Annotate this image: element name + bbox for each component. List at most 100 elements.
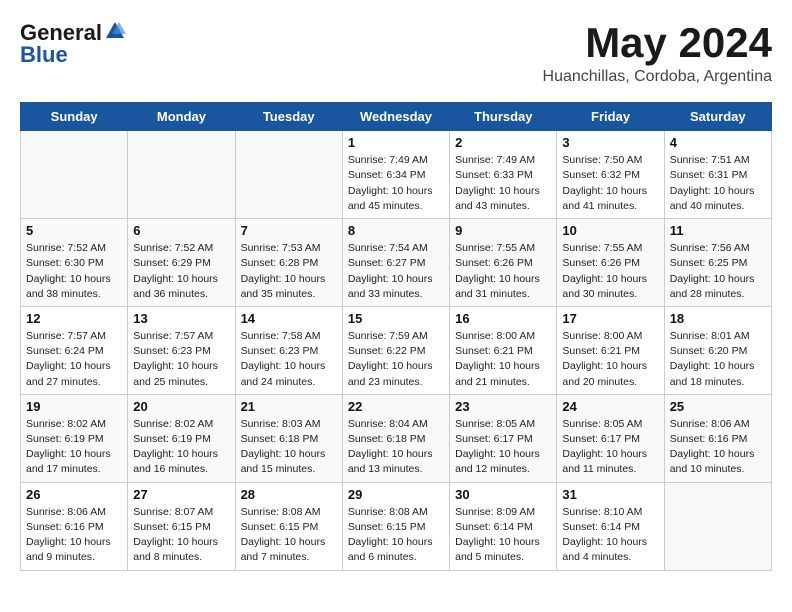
day-info: Sunrise: 8:06 AMSunset: 6:16 PMDaylight:… — [26, 505, 122, 566]
day-info: Sunrise: 7:51 AMSunset: 6:31 PMDaylight:… — [670, 153, 766, 214]
day-info: Sunrise: 8:06 AMSunset: 6:16 PMDaylight:… — [670, 417, 766, 478]
calendar-cell: 9Sunrise: 7:55 AMSunset: 6:26 PMDaylight… — [450, 219, 557, 307]
weekday-header: Wednesday — [342, 103, 449, 131]
page-header: General Blue May 2024 Huanchillas, Cordo… — [20, 20, 772, 86]
weekday-header: Saturday — [664, 103, 771, 131]
day-number: 28 — [241, 487, 337, 502]
logo-icon — [104, 20, 126, 42]
day-number: 23 — [455, 399, 551, 414]
calendar-cell: 19 Sunrise: 8:02 AMSunset: 6:19 PMDayligh… — [21, 394, 128, 482]
calendar-cell: 28 Sunrise: 8:08 AMSunset: 6:15 PMDayligh… — [235, 482, 342, 570]
day-info: Sunrise: 8:03 AMSunset: 6:18 PMDaylight:… — [241, 417, 337, 478]
day-info: Sunrise: 8:01 AMSunset: 6:20 PMDaylight:… — [670, 329, 766, 390]
title-area: May 2024 Huanchillas, Cordoba, Argentina — [543, 20, 772, 86]
calendar-week-row: 5 Sunrise: 7:52 AMSunset: 6:30 PMDaylight… — [21, 219, 772, 307]
calendar-cell: 25 Sunrise: 8:06 AMSunset: 6:16 PMDayligh… — [664, 394, 771, 482]
day-info: Sunrise: 8:02 AMSunset: 6:19 PMDaylight:… — [26, 417, 122, 478]
calendar-cell: 7 Sunrise: 7:53 AMSunset: 6:28 PMDaylight… — [235, 219, 342, 307]
calendar-header-row: SundayMondayTuesdayWednesdayThursdayFrid… — [21, 103, 772, 131]
calendar-cell: 10Sunrise: 7:55 AMSunset: 6:26 PMDayligh… — [557, 219, 664, 307]
day-info: Sunrise: 7:58 AMSunset: 6:23 PMDaylight:… — [241, 329, 337, 390]
day-info: Sunrise: 8:07 AMSunset: 6:15 PMDaylight:… — [133, 505, 229, 566]
calendar-cell: 17 Sunrise: 8:00 AMSunset: 6:21 PMDayligh… — [557, 306, 664, 394]
calendar-week-row: 26Sunrise: 8:06 AMSunset: 6:16 PMDayligh… — [21, 482, 772, 570]
day-info: Sunrise: 8:10 AMSunset: 6:14 PMDaylight:… — [562, 505, 658, 566]
day-info: Sunrise: 7:59 AMSunset: 6:22 PMDaylight:… — [348, 329, 444, 390]
day-number: 6 — [133, 223, 229, 238]
day-info: Sunrise: 8:02 AMSunset: 6:19 PMDaylight:… — [133, 417, 229, 478]
calendar-cell: 8 Sunrise: 7:54 AMSunset: 6:27 PMDaylight… — [342, 219, 449, 307]
day-number: 5 — [26, 223, 122, 238]
calendar-cell: 6 Sunrise: 7:52 AMSunset: 6:29 PMDaylight… — [128, 219, 235, 307]
calendar-cell: 21Sunrise: 8:03 AMSunset: 6:18 PMDayligh… — [235, 394, 342, 482]
logo: General Blue — [20, 20, 126, 68]
calendar-cell: 15 Sunrise: 7:59 AMSunset: 6:22 PMDayligh… — [342, 306, 449, 394]
day-info: Sunrise: 7:52 AMSunset: 6:30 PMDaylight:… — [26, 241, 122, 302]
day-info: Sunrise: 8:08 AMSunset: 6:15 PMDaylight:… — [241, 505, 337, 566]
day-number: 31 — [562, 487, 658, 502]
day-info: Sunrise: 7:55 AMSunset: 6:26 PMDaylight:… — [562, 241, 658, 302]
day-number: 14 — [241, 311, 337, 326]
day-number: 30 — [455, 487, 551, 502]
day-info: Sunrise: 8:00 AMSunset: 6:21 PMDaylight:… — [562, 329, 658, 390]
weekday-header: Thursday — [450, 103, 557, 131]
calendar-cell: 5 Sunrise: 7:52 AMSunset: 6:30 PMDaylight… — [21, 219, 128, 307]
day-number: 8 — [348, 223, 444, 238]
weekday-header: Sunday — [21, 103, 128, 131]
calendar-cell: 29 Sunrise: 8:08 AMSunset: 6:15 PMDayligh… — [342, 482, 449, 570]
day-info: Sunrise: 7:57 AMSunset: 6:23 PMDaylight:… — [133, 329, 229, 390]
calendar-cell: 20 Sunrise: 8:02 AMSunset: 6:19 PMDayligh… — [128, 394, 235, 482]
day-info: Sunrise: 8:08 AMSunset: 6:15 PMDaylight:… — [348, 505, 444, 566]
calendar-cell — [128, 131, 235, 219]
day-number: 27 — [133, 487, 229, 502]
calendar-cell — [235, 131, 342, 219]
day-info: Sunrise: 7:55 AMSunset: 6:26 PMDaylight:… — [455, 241, 551, 302]
day-number: 29 — [348, 487, 444, 502]
calendar-cell: 16 Sunrise: 8:00 AMSunset: 6:21 PMDayligh… — [450, 306, 557, 394]
month-title: May 2024 — [543, 20, 772, 66]
day-number: 24 — [562, 399, 658, 414]
day-number: 4 — [670, 135, 766, 150]
weekday-header: Monday — [128, 103, 235, 131]
calendar-week-row: 12 Sunrise: 7:57 AMSunset: 6:24 PMDayligh… — [21, 306, 772, 394]
calendar-cell: 12 Sunrise: 7:57 AMSunset: 6:24 PMDayligh… — [21, 306, 128, 394]
day-number: 12 — [26, 311, 122, 326]
day-number: 17 — [562, 311, 658, 326]
calendar-cell: 13 Sunrise: 7:57 AMSunset: 6:23 PMDayligh… — [128, 306, 235, 394]
weekday-header: Tuesday — [235, 103, 342, 131]
day-info: Sunrise: 7:57 AMSunset: 6:24 PMDaylight:… — [26, 329, 122, 390]
calendar-cell: 22Sunrise: 8:04 AMSunset: 6:18 PMDayligh… — [342, 394, 449, 482]
calendar-table: SundayMondayTuesdayWednesdayThursdayFrid… — [20, 102, 772, 570]
calendar-cell: 11 Sunrise: 7:56 AMSunset: 6:25 PMDayligh… — [664, 219, 771, 307]
day-number: 19 — [26, 399, 122, 414]
calendar-cell: 24 Sunrise: 8:05 AMSunset: 6:17 PMDayligh… — [557, 394, 664, 482]
day-number: 16 — [455, 311, 551, 326]
day-info: Sunrise: 7:50 AMSunset: 6:32 PMDaylight:… — [562, 153, 658, 214]
day-number: 15 — [348, 311, 444, 326]
day-number: 13 — [133, 311, 229, 326]
calendar-cell: 31 Sunrise: 8:10 AMSunset: 6:14 PMDayligh… — [557, 482, 664, 570]
day-info: Sunrise: 7:49 AMSunset: 6:33 PMDaylight:… — [455, 153, 551, 214]
day-info: Sunrise: 7:53 AMSunset: 6:28 PMDaylight:… — [241, 241, 337, 302]
calendar-cell — [664, 482, 771, 570]
calendar-cell: 1Sunrise: 7:49 AMSunset: 6:34 PMDaylight… — [342, 131, 449, 219]
calendar-week-row: 1Sunrise: 7:49 AMSunset: 6:34 PMDaylight… — [21, 131, 772, 219]
day-number: 18 — [670, 311, 766, 326]
day-number: 3 — [562, 135, 658, 150]
day-info: Sunrise: 8:04 AMSunset: 6:18 PMDaylight:… — [348, 417, 444, 478]
day-number: 7 — [241, 223, 337, 238]
day-info: Sunrise: 7:56 AMSunset: 6:25 PMDaylight:… — [670, 241, 766, 302]
day-info: Sunrise: 7:54 AMSunset: 6:27 PMDaylight:… — [348, 241, 444, 302]
calendar-cell — [21, 131, 128, 219]
day-info: Sunrise: 8:05 AMSunset: 6:17 PMDaylight:… — [455, 417, 551, 478]
day-number: 20 — [133, 399, 229, 414]
day-number: 25 — [670, 399, 766, 414]
day-info: Sunrise: 8:09 AMSunset: 6:14 PMDaylight:… — [455, 505, 551, 566]
calendar-cell: 23 Sunrise: 8:05 AMSunset: 6:17 PMDayligh… — [450, 394, 557, 482]
calendar-week-row: 19 Sunrise: 8:02 AMSunset: 6:19 PMDayligh… — [21, 394, 772, 482]
day-number: 11 — [670, 223, 766, 238]
calendar-cell: 2Sunrise: 7:49 AMSunset: 6:33 PMDaylight… — [450, 131, 557, 219]
day-info: Sunrise: 8:05 AMSunset: 6:17 PMDaylight:… — [562, 417, 658, 478]
day-info: Sunrise: 7:52 AMSunset: 6:29 PMDaylight:… — [133, 241, 229, 302]
day-info: Sunrise: 8:00 AMSunset: 6:21 PMDaylight:… — [455, 329, 551, 390]
